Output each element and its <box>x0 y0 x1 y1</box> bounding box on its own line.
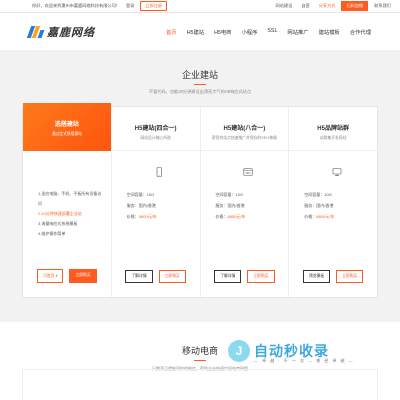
learn-more-button[interactable]: 了解详情 <box>214 270 242 283</box>
service-region: 服务：国内/香港 <box>126 203 156 208</box>
pricing-card-brand-cluster: H5品牌站群 站群集开发网站 空间容量：10G 服务：国内/香港 价格：8800… <box>289 107 377 297</box>
service-region: 服务：国内/香港 <box>304 203 334 208</box>
content-frame <box>22 369 378 400</box>
preview-template-button[interactable]: 预览模板 <box>302 270 331 283</box>
nav-item-h5-build[interactable]: H5建站 <box>187 24 204 40</box>
price-label: 价格： <box>126 214 139 219</box>
watermark: J 自动秒收录 — 卓 越 · 不 一 次 — 曾 经 卓 越 — <box>228 340 353 363</box>
price-value: 8800元/年 <box>227 214 246 219</box>
buy-now-button[interactable]: 立即购买 <box>69 269 97 283</box>
service-region: 服务：国内/香港 <box>215 203 245 208</box>
price-label: 价格： <box>215 214 228 219</box>
card-name: 选搭建站 <box>54 122 79 128</box>
logo[interactable]: 嘉鹿网络 <box>26 24 95 40</box>
space-capacity: 空间容量：10G <box>304 192 332 197</box>
logo-mark-icon <box>26 25 45 38</box>
feature-item: 3.海量响应式系统模板 <box>38 221 78 226</box>
header: 嘉鹿网络 首页 H5建站 H5电商 小程序 SSL 网站推广 建站模板 合作代理 <box>0 13 400 51</box>
card-name: H5品牌站群 <box>317 126 349 132</box>
logo-text: 嘉鹿网络 <box>47 25 95 39</box>
nav-item-templates[interactable]: 建站模板 <box>319 24 340 40</box>
nav-item-agent[interactable]: 合作代理 <box>350 24 371 40</box>
monitor-icon <box>330 165 344 179</box>
card-name: H5建站(八合一) <box>223 126 266 132</box>
card-desc: 通过定式所搭建站 <box>51 132 83 136</box>
nav-item-miniprogram[interactable]: 小程序 <box>241 24 257 40</box>
price-value: 5800元/年 <box>138 214 157 219</box>
pricing-card-h5-4in1: H5建站(四合一) 网站设计随心所欲 空间容量：10G 服务：国内/香港 价格：… <box>111 107 201 297</box>
price-value: 8800元/年 <box>316 214 335 219</box>
title-underline <box>194 360 206 361</box>
nav-item-h5-ecom[interactable]: H5电商 <box>214 24 231 40</box>
register-button[interactable]: 立即注册 <box>140 1 168 11</box>
main-nav: 首页 H5建站 H5电商 小程序 SSL 网站推广 建站模板 合作代理 <box>166 24 371 40</box>
section-title-enterprise: 企业建站 <box>181 70 218 80</box>
card-desc: 站群集开发网站 <box>319 136 347 140</box>
watermark-logo-icon: J <box>228 340 250 362</box>
feature-item: 4.维护操作简单 <box>38 231 66 236</box>
browser-icon: SEO <box>241 165 255 179</box>
phone-icon <box>152 165 166 179</box>
pricing-card-custom: 选搭建站 通过定式所搭建站 1.适应电脑、手机、平板所有设备访问 2.10分钟快… <box>23 103 112 297</box>
buy-now-button[interactable]: 立即购买 <box>158 270 186 283</box>
pricing-cards: 选搭建站 通过定式所搭建站 1.适应电脑、手机、平板所有设备访问 2.10分钟快… <box>22 103 378 298</box>
section-subtitle-enterprise: 不管代码，也能30分钟建设出漂亮大气的H5响应式站点 <box>148 89 252 94</box>
card-name: H5建站(四合一) <box>134 126 177 132</box>
card-desc: 帮您的站点快速推广并保存的SEO神器 <box>211 136 277 140</box>
section-title-mobile: 移动电商 <box>181 346 218 356</box>
buy-now-button[interactable]: 立即购买 <box>336 270 364 283</box>
welcome-text: 你好，欢迎来到惠州市嘉鹿网络科技有限公司！ <box>32 3 120 8</box>
topbar: 你好，欢迎来到惠州市嘉鹿网络科技有限公司！ 登录 立即注册 网站建设 自营 分享… <box>0 0 400 13</box>
topbar-link-build[interactable]: 网站建设 <box>273 3 296 9</box>
wechat-button[interactable]: 扫码加微 <box>341 1 369 11</box>
topbar-link-share[interactable]: 分享方式 <box>316 3 339 9</box>
login-link[interactable]: 登录 <box>126 3 134 9</box>
card-desc: 网站设计随心所欲 <box>140 136 171 140</box>
learn-more-button[interactable]: 了解详情 <box>125 270 153 283</box>
price-label: 价格： <box>304 214 317 219</box>
space-capacity: 空间容量：10G <box>215 192 244 197</box>
title-underline <box>194 84 206 85</box>
feature-item: 2.10分钟快速部署企业站 <box>38 211 82 216</box>
nav-item-home[interactable]: 首页 <box>166 24 177 40</box>
nav-item-ssl[interactable]: SSL <box>267 24 277 40</box>
feature-item: 1.适应电脑、手机、平板所有设备访问 <box>38 191 102 206</box>
contact-link[interactable]: 联系我们 <box>371 3 394 9</box>
buy-now-button[interactable]: 立即购买 <box>247 270 275 283</box>
svg-text:SEO: SEO <box>245 172 250 175</box>
space-capacity: 空间容量：10G <box>126 192 155 197</box>
feature-list: 1.适应电脑、手机、平板所有设备访问 2.10分钟快速部署企业站 3.海量响应式… <box>38 189 103 239</box>
pricing-card-h5-8in1: H5建站(八合一) 帮您的站点快速推广并保存的SEO神器 SEO 空间容量：10… <box>200 107 290 297</box>
topbar-link-self[interactable]: 自营 <box>298 3 312 9</box>
homepage-select-button[interactable]: 可首页 ▾ <box>37 269 64 283</box>
watermark-subtext: — 卓 越 · 不 一 次 — 曾 经 卓 越 — <box>254 358 355 363</box>
nav-item-promotion[interactable]: 网站推广 <box>287 24 308 40</box>
